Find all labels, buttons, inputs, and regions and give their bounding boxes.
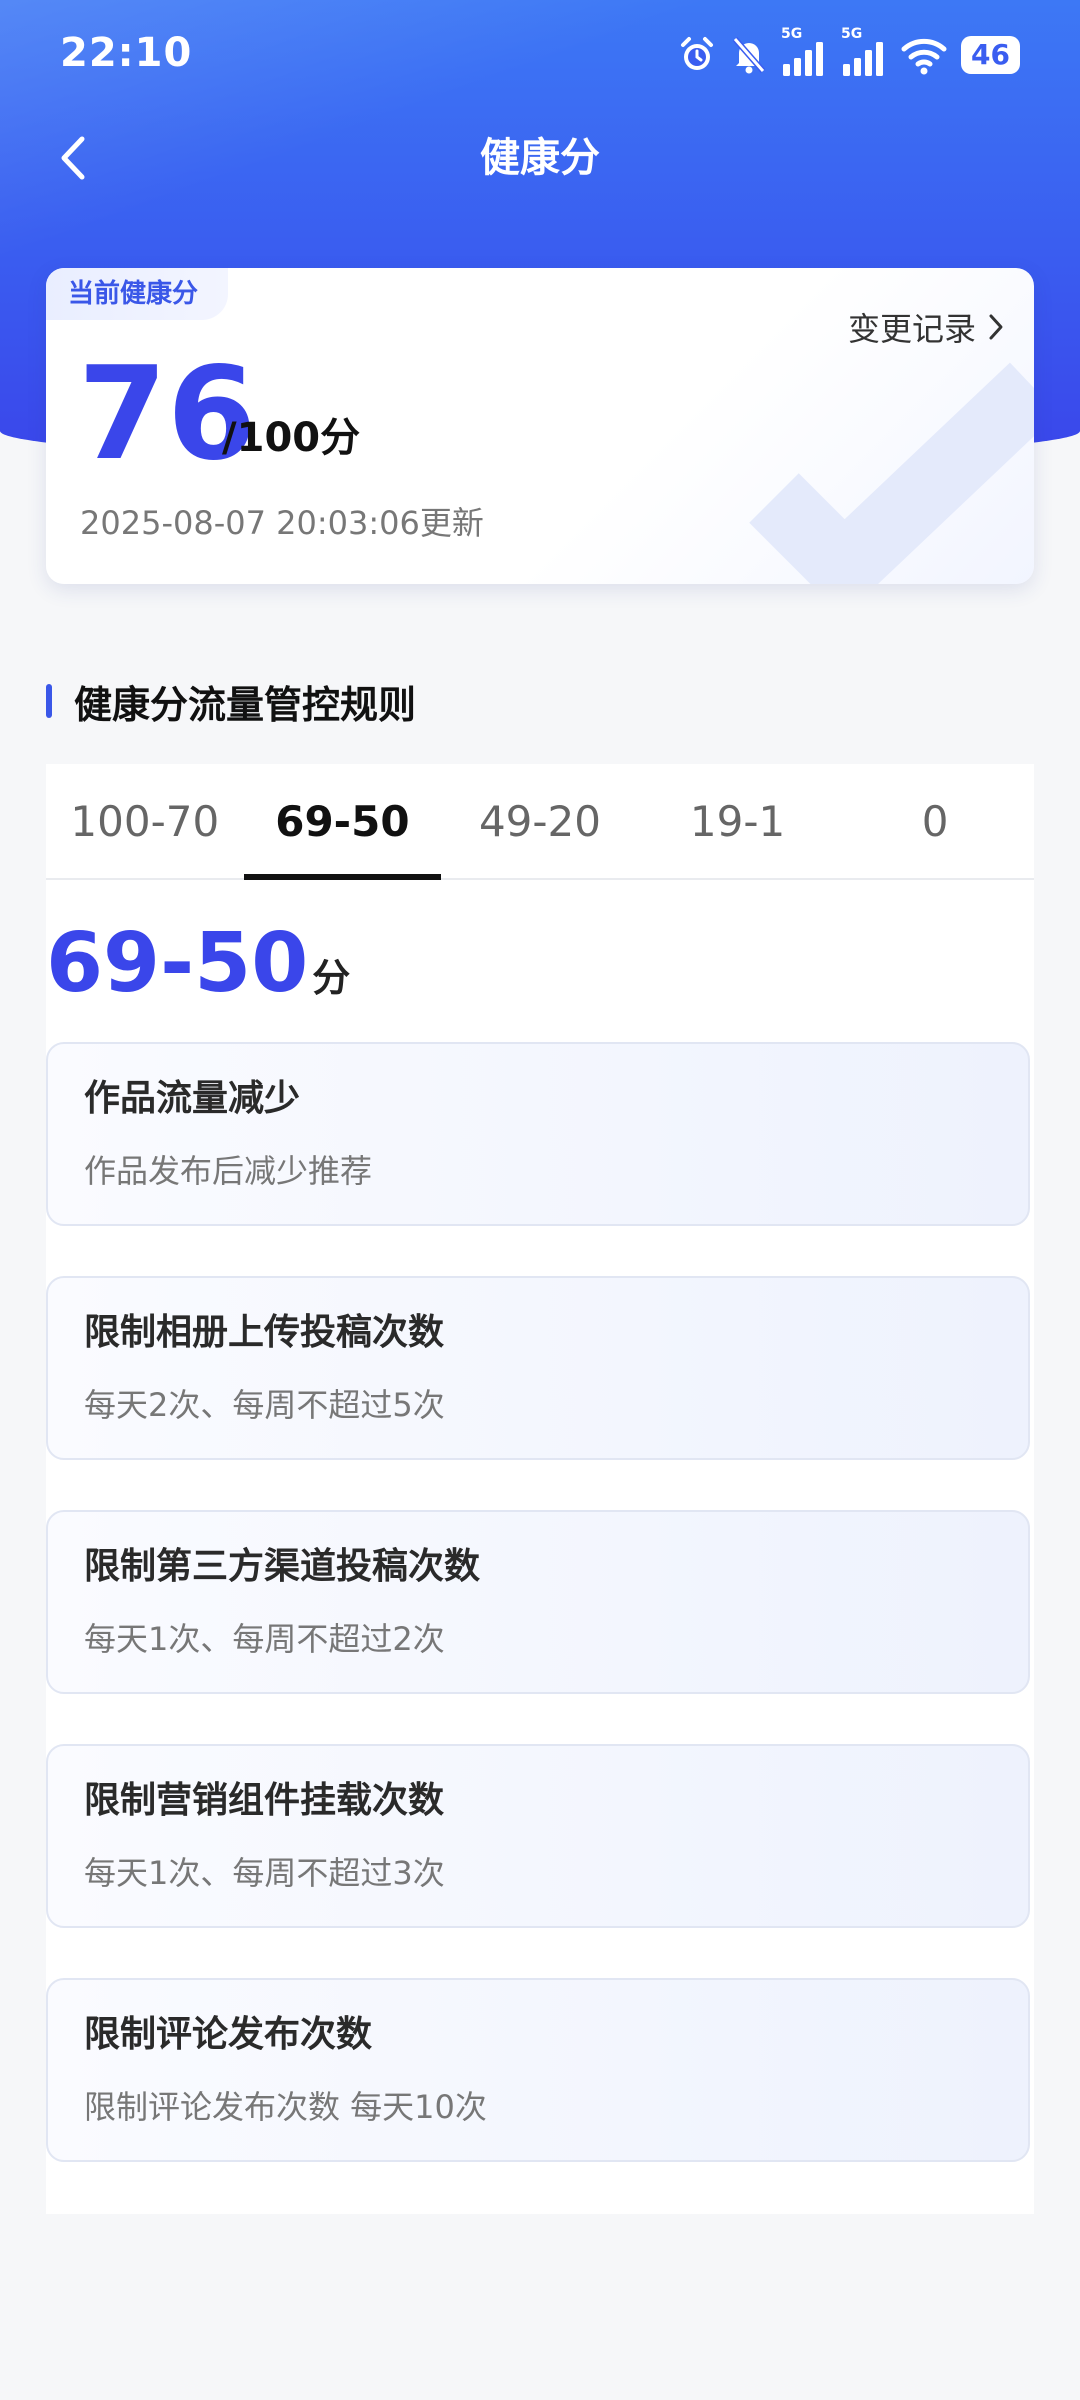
update-timestamp: 2025-08-07 20:03:06更新: [80, 504, 484, 542]
rule-title: 限制相册上传投稿次数: [84, 1312, 445, 1353]
status-bar: 22:10 5G 5G 46: [0, 0, 1080, 110]
range-heading: 69-50 分: [46, 916, 350, 1016]
section-accent-bar: [46, 684, 52, 718]
rule-description: 每天1次、每周不超过2次: [84, 1620, 445, 1658]
rule-description: 每天2次、每周不超过5次: [84, 1386, 445, 1424]
tab-19-1[interactable]: 19-1: [639, 764, 837, 878]
status-time: 22:10: [60, 30, 193, 76]
mute-icon: [731, 35, 767, 75]
change-record-label: 变更记录: [847, 310, 976, 348]
health-score-total: /100分: [222, 415, 361, 461]
rule-description: 作品发布后减少推荐: [84, 1152, 373, 1190]
tab-0[interactable]: 0: [836, 764, 1034, 878]
rule-title: 限制营销组件挂载次数: [84, 1780, 445, 1821]
alarm-icon: [677, 35, 717, 75]
rule-card: 限制第三方渠道投稿次数 每天1次、每周不超过2次: [46, 1510, 1030, 1694]
rule-card: 限制营销组件挂载次数 每天1次、每周不超过3次: [46, 1744, 1030, 1928]
rule-card: 限制相册上传投稿次数 每天2次、每周不超过5次: [46, 1276, 1030, 1460]
change-record-link[interactable]: 变更记录: [848, 304, 1004, 350]
chevron-right-icon: [989, 314, 1003, 340]
tab-100-70[interactable]: 100-70: [46, 764, 244, 878]
range-unit: 分: [312, 956, 351, 1000]
rule-title: 限制评论发布次数: [84, 2014, 373, 2055]
rule-card: 限制评论发布次数 限制评论发布次数 每天10次: [46, 1978, 1030, 2162]
tab-69-50[interactable]: 69-50: [243, 764, 442, 880]
rules-panel: 100-70 69-50 49-20 19-1 0 69-50 分 作品流量减少…: [46, 764, 1034, 2214]
rule-title: 限制第三方渠道投稿次数: [84, 1546, 481, 1587]
section-heading: 健康分流量管控规则: [46, 674, 416, 728]
rules-list: 作品流量减少 作品发布后减少推荐 限制相册上传投稿次数 每天2次、每周不超过5次…: [46, 1042, 1034, 2212]
network-label: 5G: [781, 26, 803, 42]
tab-49-20[interactable]: 49-20: [441, 764, 639, 878]
current-score-tag: 当前健康分: [46, 268, 229, 320]
checkmark-decoration-icon: [749, 362, 1034, 584]
section-title: 健康分流量管控规则: [74, 682, 417, 727]
rule-description: 每天1次、每周不超过3次: [84, 1854, 445, 1892]
signal-icon: 5G: [781, 26, 827, 78]
network-label: 5G: [841, 26, 863, 42]
range-value: 69-50: [46, 916, 309, 1011]
score-card: 当前健康分 变更记录 76 /100分 2025-08-07 20:03:06更…: [46, 268, 1034, 584]
signal-icon: 5G: [841, 26, 887, 78]
wifi-icon: [901, 35, 947, 75]
rule-card: 作品流量减少 作品发布后减少推荐: [46, 1042, 1030, 1226]
battery-icon: 46: [961, 36, 1020, 74]
page-title: 健康分: [480, 135, 600, 181]
status-icons: 5G 5G 46: [677, 26, 1020, 82]
rule-description: 限制评论发布次数 每天10次: [84, 2088, 487, 2126]
rule-title: 作品流量减少: [84, 1078, 301, 1119]
score-range-tabs: 100-70 69-50 49-20 19-1 0: [46, 764, 1034, 880]
